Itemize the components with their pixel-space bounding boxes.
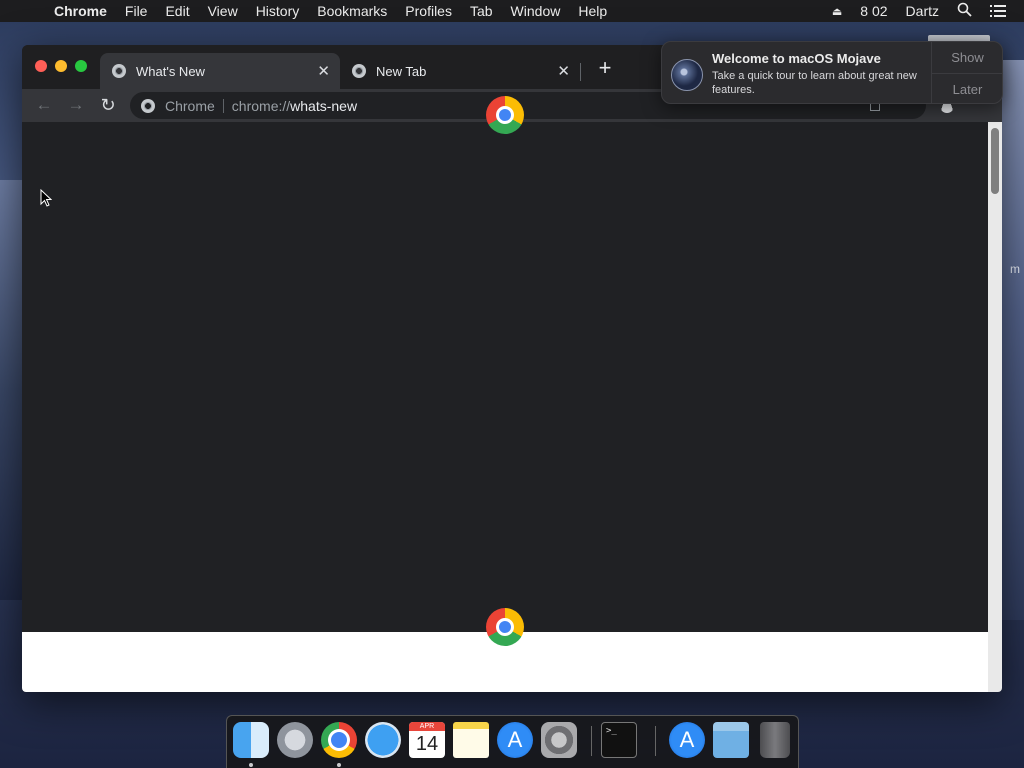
menu-profiles[interactable]: Profiles: [396, 0, 461, 22]
dock-separator: [591, 726, 592, 756]
later-button[interactable]: Later: [932, 73, 1003, 103]
tab-separator: [580, 63, 581, 81]
menu-app-name[interactable]: Chrome: [40, 0, 116, 22]
tab-title: What's New: [136, 63, 205, 79]
tab-close-icon[interactable]: ✕: [557, 62, 570, 80]
menu-file[interactable]: File: [116, 0, 157, 22]
user-name[interactable]: Dartz: [906, 3, 939, 19]
spotlight-search-icon[interactable]: [957, 2, 972, 20]
notification-actions: Show Later: [931, 42, 1003, 103]
chrome-favicon-icon: [352, 64, 366, 78]
extension-icon[interactable]: [870, 103, 880, 111]
chrome-site-icon: [141, 98, 155, 113]
chrome-logo-icon: [486, 608, 524, 646]
window-close-button[interactable]: [35, 60, 47, 72]
show-button[interactable]: Show: [932, 42, 1003, 73]
tab-whats-new[interactable]: What's New ✕: [100, 53, 340, 89]
forward-arrow-icon[interactable]: →: [66, 95, 86, 115]
tab-new-tab[interactable]: New Tab ✕: [340, 53, 580, 89]
running-indicator: [249, 763, 253, 767]
safari-icon[interactable]: [365, 722, 401, 758]
calendar-month: APR: [409, 722, 445, 731]
menu-bar: Chrome File Edit View History Bookmarks …: [0, 0, 1024, 22]
trash-icon[interactable]: [760, 722, 790, 758]
eject-icon[interactable]: ⏏: [832, 5, 842, 18]
clock[interactable]: 8 02: [860, 3, 887, 19]
menu-edit[interactable]: Edit: [156, 0, 198, 22]
omnibox-divider: [222, 98, 224, 113]
mouse-pointer-icon: [40, 189, 52, 207]
running-indicator: [337, 763, 341, 767]
menu-window[interactable]: Window: [502, 0, 570, 22]
chrome-favicon-icon: [112, 64, 126, 78]
page-scrollbar[interactable]: [988, 122, 1002, 692]
chrome-window: What's New ✕ New Tab ✕ + ← → ↻ Chrome ch…: [22, 45, 1002, 692]
calendar-day: 14: [415, 733, 439, 755]
desktop-icon-label-fragment[interactable]: m: [1010, 262, 1020, 276]
notification-center-icon[interactable]: [990, 5, 1006, 17]
terminal-prompt: >_: [606, 726, 617, 736]
dock-separator: [655, 726, 656, 756]
dock: APR 14 A >_ A: [226, 715, 799, 768]
page-content: [22, 96, 988, 692]
finder-icon[interactable]: [233, 722, 269, 758]
notes-icon[interactable]: [453, 722, 489, 758]
tab-close-icon[interactable]: ✕: [317, 62, 330, 80]
chrome-icon[interactable]: [321, 722, 357, 758]
window-zoom-button[interactable]: [75, 60, 87, 72]
window-minimize-button[interactable]: [55, 60, 67, 72]
system-preferences-icon[interactable]: [541, 722, 577, 758]
menu-help[interactable]: Help: [569, 0, 616, 22]
back-arrow-icon[interactable]: ←: [34, 95, 54, 115]
calendar-icon[interactable]: APR 14: [409, 722, 445, 758]
url-scheme: chrome://: [231, 97, 291, 114]
site-chip[interactable]: Chrome: [165, 98, 215, 114]
new-tab-plus-icon[interactable]: +: [594, 57, 616, 79]
downloads-folder-icon[interactable]: [713, 722, 749, 758]
menu-view[interactable]: View: [199, 0, 247, 22]
reload-icon[interactable]: ↻: [98, 95, 118, 115]
macos-mojave-icon: [671, 59, 703, 91]
notification-body: Take a quick tour to learn about great n…: [712, 70, 917, 96]
menu-tab[interactable]: Tab: [461, 0, 502, 22]
url-host: whats-new: [290, 97, 358, 114]
app-store-download-icon[interactable]: A: [669, 722, 705, 758]
launchpad-icon[interactable]: [277, 722, 313, 758]
chrome-logo-icon: [486, 96, 524, 134]
terminal-icon[interactable]: >_: [601, 722, 637, 758]
wallpaper-right: [1002, 60, 1024, 620]
menu-bookmarks[interactable]: Bookmarks: [308, 0, 396, 22]
notification-banner[interactable]: Welcome to macOS Mojave Take a quick tou…: [661, 41, 1003, 104]
menu-extras: ⏏ 8 02 Dartz: [832, 0, 1024, 22]
notification-title: Welcome to macOS Mojave: [712, 51, 881, 66]
scrollbar-thumb[interactable]: [991, 128, 999, 194]
menu-history[interactable]: History: [247, 0, 309, 22]
app-store-icon[interactable]: A: [497, 722, 533, 758]
tab-title: New Tab: [376, 63, 427, 79]
